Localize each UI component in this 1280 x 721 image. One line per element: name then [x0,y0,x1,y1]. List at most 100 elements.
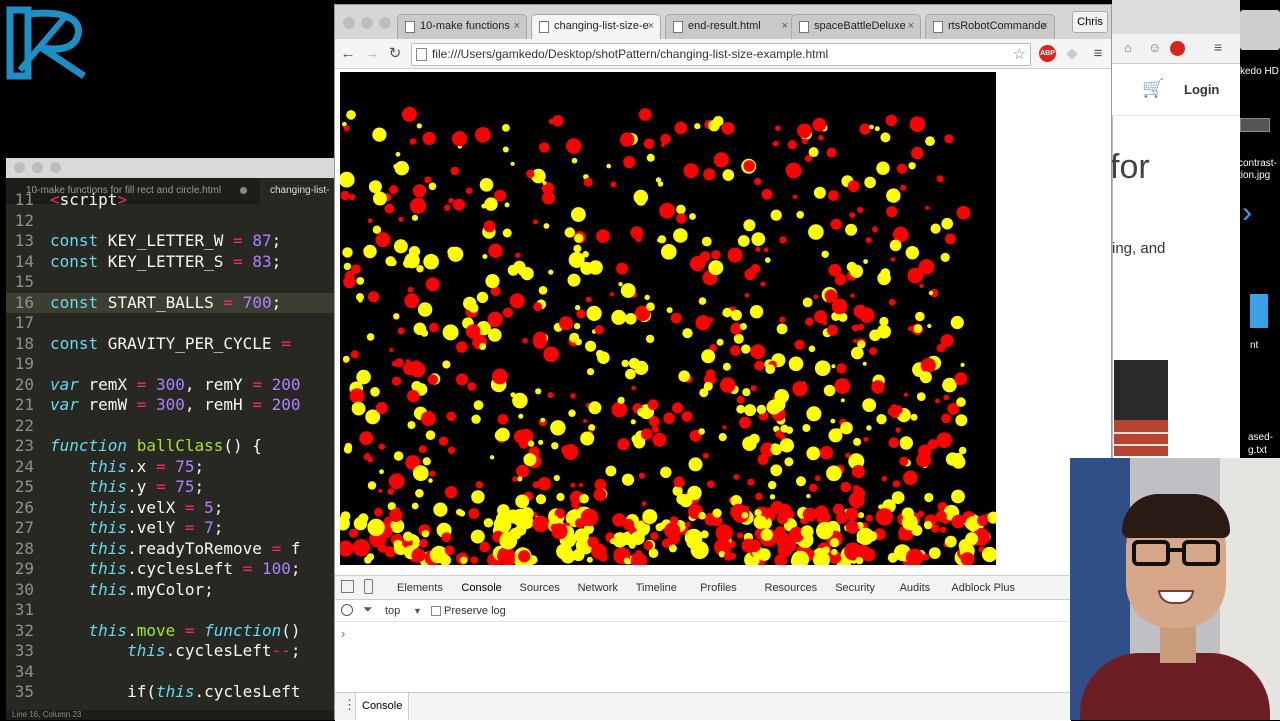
line-number: 20 [14,374,34,394]
devtools-tab-console[interactable]: Console [461,576,502,602]
desktop-icon-label[interactable]: nt [1250,340,1258,352]
adblock-icon[interactable] [1170,41,1185,56]
line-number: 33 [14,641,34,660]
filter-icon[interactable]: ⏷ [363,602,373,617]
code-line[interactable]: 21 var remW = 300, remH = 200 [6,395,336,416]
devtools-tab-profiles[interactable]: Profiles [700,576,737,600]
code-line[interactable]: 29 this.cyclesLeft = 100; [6,559,336,580]
close-tab-icon[interactable]: × [648,15,654,38]
ball [744,404,757,417]
close-tab-icon[interactable]: × [908,15,914,38]
context-selector[interactable]: top [385,600,400,622]
code-line[interactable]: 30 this.myColor; [6,580,336,601]
ball [657,235,667,244]
back-icon[interactable]: ← [337,43,359,65]
hard-drive-icon[interactable] [1240,10,1280,50]
profile-button[interactable]: Chris [1072,11,1108,33]
code-line[interactable]: 12 [6,211,336,232]
minimize-window-button[interactable] [361,17,373,29]
close-tab-icon[interactable]: × [782,15,788,38]
forward-icon[interactable]: → [361,43,383,65]
url-text[interactable]: file:///Users/gamkedo/Desktop/shotPatter… [432,44,828,65]
code-line[interactable]: 20 var remX = 300, remY = 200 [6,375,336,396]
code-line[interactable]: 32 this.move = function() [6,621,336,642]
desktop-icon-label[interactable]: kedo HD [1240,66,1279,78]
browser-tab-active[interactable]: changing-list-size-e × [531,14,661,39]
code-line[interactable]: 26 this.velX = 5; [6,498,336,519]
code-line[interactable]: 23 function ballClass() { [6,436,336,457]
devtools-tab-network[interactable]: Network [578,576,618,600]
code-line[interactable]: 31 [6,600,336,621]
browser-tab[interactable]: spaceBattleDeluxe × [791,14,921,39]
code-line[interactable]: 28 this.readyToRemove = f [6,539,336,560]
code-line[interactable]: 27 this.velY = 7; [6,518,336,539]
code-line[interactable]: 22 [6,416,336,437]
bookmark-star-icon[interactable]: ☆ [1013,45,1026,63]
code-line[interactable]: 14 const KEY_LETTER_S = 83; [6,252,336,273]
ball [784,457,794,467]
preserve-log-checkbox[interactable] [431,606,441,616]
browser-tab[interactable]: end-result.html × [665,14,795,39]
code-line[interactable]: 13 const KEY_LETTER_W = 87; [6,231,336,252]
devtools-tab-adblock-plus[interactable]: Adblock Plus [951,576,1015,600]
code-line[interactable]: 16 const START_BALLS = 700; [6,292,336,313]
desktop-icon-label[interactable]: ased- [1248,432,1273,444]
devtools-tab-sources[interactable]: Sources [520,576,560,600]
home-icon[interactable]: ⌂ [1124,40,1132,55]
extension-icon[interactable]: ☺ [1148,40,1161,55]
chevron-down-icon[interactable]: ▼ [413,600,422,622]
code-line[interactable]: 17 [6,313,336,334]
close-window-button[interactable] [343,17,355,29]
ball [418,445,427,454]
code-line[interactable]: 24 this.x = 75; [6,457,336,478]
login-link[interactable]: Login [1184,82,1219,97]
desktop-icon-label[interactable]: contrast- [1238,158,1277,170]
code-line[interactable]: 11 <script> [6,190,336,211]
adblock-plus-icon[interactable]: ABP [1039,45,1056,62]
code-line[interactable]: 19 [6,354,336,375]
zoom-window-button[interactable] [50,162,61,173]
app-icon[interactable]: › [1242,196,1266,236]
document-icon[interactable] [1250,294,1268,328]
code-line[interactable]: 15 [6,272,336,293]
drawer-tab-console[interactable]: Console [355,693,410,720]
menu-icon[interactable]: ≡ [1214,39,1222,55]
ball [749,433,760,445]
code-line[interactable]: 34 [6,662,336,683]
inspect-icon[interactable] [341,580,354,593]
ball [661,244,677,260]
line-number: 23 [14,436,34,455]
browser-tab[interactable]: rtsRobotCommande × [925,14,1055,39]
desktop-icon-label[interactable]: g.txt [1248,445,1267,457]
code-line[interactable]: 18 const GRAVITY_PER_CYCLE = [6,334,336,355]
desktop-icon-label[interactable]: tion.jpg [1238,170,1270,182]
extension-icon[interactable]: ◆ [1061,43,1083,65]
cart-icon[interactable]: 🛒 [1142,78,1164,99]
devtools-tab-security[interactable]: Security [835,576,875,600]
close-window-button[interactable] [14,162,25,173]
code-line[interactable]: 35 if(this.cyclesLeft [6,682,336,703]
address-bar[interactable]: file:///Users/gamkedo/Desktop/shotPatter… [411,43,1031,66]
close-tab-icon[interactable]: × [1042,15,1048,38]
devtools-tab-resources[interactable]: Resources [765,576,818,600]
close-tab-icon[interactable]: × [514,15,520,38]
browser-tab[interactable]: 10-make functions × [397,14,527,39]
image-file-icon[interactable] [1240,118,1270,132]
ball [343,445,352,454]
zoom-window-button[interactable] [379,17,391,29]
devtools-tab-audits[interactable]: Audits [900,576,931,600]
code-line[interactable]: 25 this.y = 75; [6,477,336,498]
device-mode-icon[interactable] [364,579,373,594]
ball [367,481,377,490]
console-prompt[interactable]: › [341,626,345,641]
code-line[interactable]: 33 this.cyclesLeft--; [6,641,336,662]
menu-icon[interactable]: ≡ [1087,43,1109,65]
clear-console-icon[interactable] [341,604,353,616]
code-area[interactable]: 11 <script> 12 13 const KEY_LETTER_W = 87; 14… [6,190,336,710]
reload-icon[interactable]: ↻ [384,43,406,65]
devtools-tab-elements[interactable]: Elements [397,576,443,600]
devtools-tab-timeline[interactable]: Timeline [636,576,677,600]
minimize-window-button[interactable] [32,162,43,173]
ball [869,124,874,130]
game-canvas[interactable] [340,72,996,565]
